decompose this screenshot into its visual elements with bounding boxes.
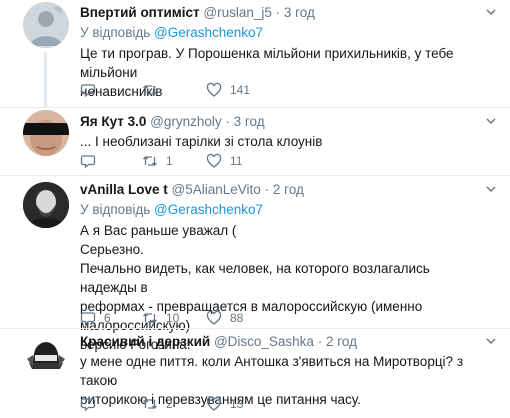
like-button[interactable]: 13 [206, 395, 243, 413]
heart-icon [206, 82, 222, 97]
author-handle[interactable]: @ruslan_j5 [203, 5, 272, 20]
author-name[interactable]: vAnilla Love t [80, 182, 168, 197]
author-handle[interactable]: @grynzholy [150, 114, 221, 129]
tweet-4[interactable]: Красивий і дерзкий @Disco_Sashka · 2 год… [0, 329, 510, 418]
retweet-count: 10 [166, 311, 180, 325]
reply-to-link[interactable]: @Gerashchenko7 [154, 202, 263, 217]
text-line: А я Вас раньше уважал ( [80, 223, 237, 238]
reply-button[interactable] [80, 152, 114, 170]
retweet-count: 1 [166, 154, 173, 168]
timestamp[interactable]: 2 год [273, 182, 304, 197]
author-name[interactable]: Красивий і дерзкий [80, 334, 210, 349]
retweet-icon [143, 399, 157, 409]
reply-icon [80, 398, 96, 412]
separator: · [275, 5, 281, 20]
chevron-down-icon[interactable] [486, 116, 496, 126]
tweet-actions: 2 13 [80, 395, 380, 413]
retweet-icon [143, 85, 157, 95]
retweet-button[interactable]: 1 [142, 152, 176, 170]
tweet-header: Красивий і дерзкий @Disco_Sashka · 2 год [80, 334, 357, 349]
tweet-header: vAnilla Love t @5AlianLeVito · 2 год [80, 182, 304, 197]
separator: · [225, 114, 230, 129]
tweet-actions: 6 10 88 [80, 309, 380, 327]
text-line: у мене одне пиття. коли Антошка з'явитьс… [80, 354, 464, 388]
retweet-button[interactable] [142, 81, 176, 99]
chevron-down-icon[interactable] [486, 184, 496, 194]
author-handle[interactable]: @Disco_Sashka [214, 334, 314, 349]
like-count: 88 [230, 311, 244, 325]
tweet-actions: 141 [80, 81, 380, 99]
chevron-down-icon[interactable] [486, 336, 496, 346]
retweet-button[interactable]: 10 [142, 309, 179, 327]
avatar[interactable] [23, 2, 69, 48]
timestamp[interactable]: 3 год [234, 114, 265, 129]
bearded-man-icon [23, 182, 69, 228]
tweet-2[interactable]: Яя Кут 3.0 @grynzholy · 3 год ... І необ… [0, 108, 510, 174]
reply-to-link[interactable]: @Gerashchenko7 [154, 25, 263, 40]
like-button[interactable]: 11 [206, 152, 242, 170]
heart-icon [206, 153, 222, 168]
author-handle[interactable]: @5AlianLeVito [172, 182, 261, 197]
avatar[interactable] [23, 110, 69, 156]
reply-icon [80, 155, 96, 169]
heart-icon [206, 310, 222, 325]
like-count: 141 [230, 83, 251, 97]
separator: · [317, 334, 323, 349]
author-name[interactable]: Яя Кут 3.0 [80, 114, 146, 129]
tweet-actions: 1 11 [80, 152, 380, 170]
censored-face-icon [23, 110, 69, 156]
retweet-icon [143, 156, 157, 166]
text-line: Серьезно. [80, 242, 144, 257]
avatar[interactable] [23, 182, 69, 228]
author-name[interactable]: Впертий оптиміст [80, 5, 200, 20]
tweet-header: Впертий оптиміст @ruslan_j5 · 3 год [80, 5, 315, 20]
thread-line [44, 52, 47, 107]
reply-context: У відповідь @Gerashchenko7 [80, 25, 263, 40]
helmet-emblem-icon [23, 333, 69, 379]
chevron-down-icon[interactable] [486, 7, 496, 17]
reply-button[interactable] [80, 395, 114, 413]
like-count: 11 [230, 154, 243, 168]
retweet-count: 2 [166, 397, 173, 411]
reply-icon [80, 84, 96, 98]
avatar[interactable] [23, 333, 69, 379]
text-line: ... І необлизані тарілки зі стола клоуні… [80, 134, 323, 149]
timestamp[interactable]: 3 год [284, 5, 315, 20]
retweet-icon [143, 313, 157, 323]
reply-icon [80, 312, 96, 326]
timestamp[interactable]: 2 год [326, 334, 357, 349]
reply-count: 6 [104, 311, 111, 325]
separator: · [264, 182, 270, 197]
like-button[interactable]: 141 [206, 81, 250, 99]
tweet-3[interactable]: vAnilla Love t @5AlianLeVito · 2 год У в… [0, 176, 510, 352]
tweet-header: Яя Кут 3.0 @grynzholy · 3 год [80, 114, 265, 129]
text-line: Печально видеть, как человек, на которог… [80, 261, 430, 295]
reply-button[interactable] [80, 81, 114, 99]
tweet-text: ... І необлизані тарілки зі стола клоуні… [80, 132, 480, 151]
text-line: Це ти програв. У Порошенка мільйони прих… [80, 46, 454, 80]
reply-prefix: У відповідь [80, 202, 151, 217]
like-button[interactable]: 88 [206, 309, 243, 327]
tweet-1[interactable]: Впертий оптиміст @ruslan_j5 · 3 год У ві… [0, 0, 510, 107]
heart-icon [206, 396, 222, 411]
reply-context: У відповідь @Gerashchenko7 [80, 202, 263, 217]
like-count: 13 [230, 397, 244, 411]
reply-button[interactable]: 6 [80, 309, 114, 327]
person-silhouette-icon [23, 2, 69, 48]
reply-prefix: У відповідь [80, 25, 151, 40]
retweet-button[interactable]: 2 [142, 395, 176, 413]
